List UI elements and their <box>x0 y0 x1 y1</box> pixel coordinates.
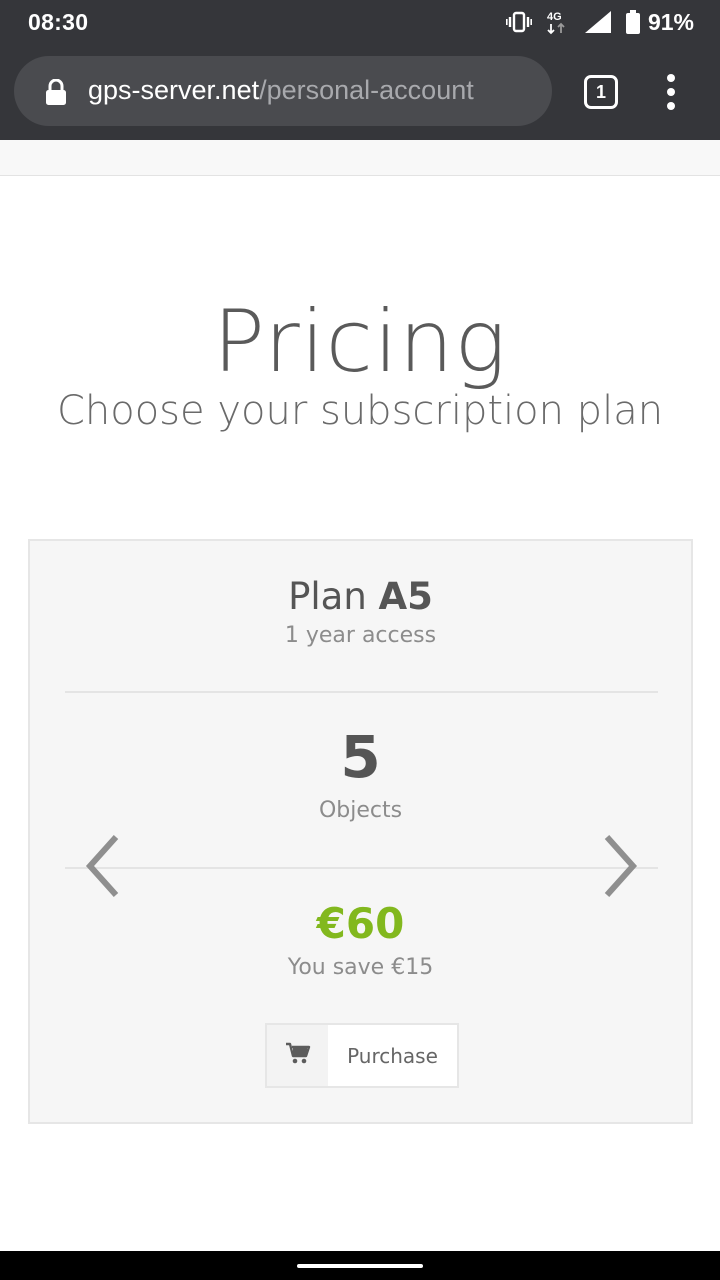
objects-label: Objects <box>318 798 403 823</box>
menu-dot <box>667 88 675 96</box>
status-bar: 08:30 4G 91% <box>0 0 720 44</box>
page-subtitle: Choose your subscription plan <box>56 388 664 434</box>
mobile-data-icon: 4G <box>546 9 570 35</box>
cart-icon <box>285 1041 311 1070</box>
plan-savings: You save €15 <box>287 955 434 980</box>
vibrate-icon <box>505 11 532 33</box>
menu-icon[interactable] <box>660 74 682 110</box>
purchase-icon-cell <box>267 1025 328 1086</box>
plan-name-prefix: Plan <box>288 575 379 618</box>
plan-code: A5 <box>378 575 433 618</box>
home-gesture-handle[interactable] <box>297 1264 423 1268</box>
url-path: /personal-account <box>259 75 474 105</box>
network-type-label: 4G <box>547 11 562 23</box>
plan-name: Plan A5 <box>30 575 691 618</box>
page-title: Pricing <box>213 292 507 392</box>
tab-switcher-button[interactable]: 1 <box>584 75 618 109</box>
page-header-strip <box>0 140 720 176</box>
divider <box>65 691 658 693</box>
battery-percent: 91% <box>647 8 694 35</box>
browser-toolbar: gps-server.net/personal-account 1 <box>0 44 720 140</box>
system-nav-bar <box>0 1251 720 1280</box>
chevron-right-icon[interactable] <box>593 831 643 901</box>
url-text: gps-server.net/personal-account <box>88 75 474 106</box>
objects-count: 5 <box>340 723 381 791</box>
menu-dot <box>667 102 675 110</box>
plan-access: 1 year access <box>284 623 437 648</box>
purchase-button[interactable]: Purchase <box>265 1023 459 1088</box>
battery-icon <box>625 10 640 34</box>
url-domain: gps-server.net <box>88 75 260 105</box>
divider <box>65 867 658 869</box>
plan-card: Plan A5 1 year access 5 Objects €60 You … <box>28 539 693 1124</box>
signal-icon <box>584 10 612 34</box>
menu-dot <box>667 74 675 82</box>
chevron-left-icon[interactable] <box>80 831 130 901</box>
status-icons: 4G 91% <box>505 8 694 36</box>
purchase-label: Purchase <box>347 1043 438 1068</box>
plan-price: €60 <box>316 899 405 948</box>
status-time: 08:30 <box>28 9 89 35</box>
lock-icon <box>46 78 66 110</box>
address-bar[interactable]: gps-server.net/personal-account <box>14 56 552 126</box>
tab-count: 1 <box>595 81 606 102</box>
